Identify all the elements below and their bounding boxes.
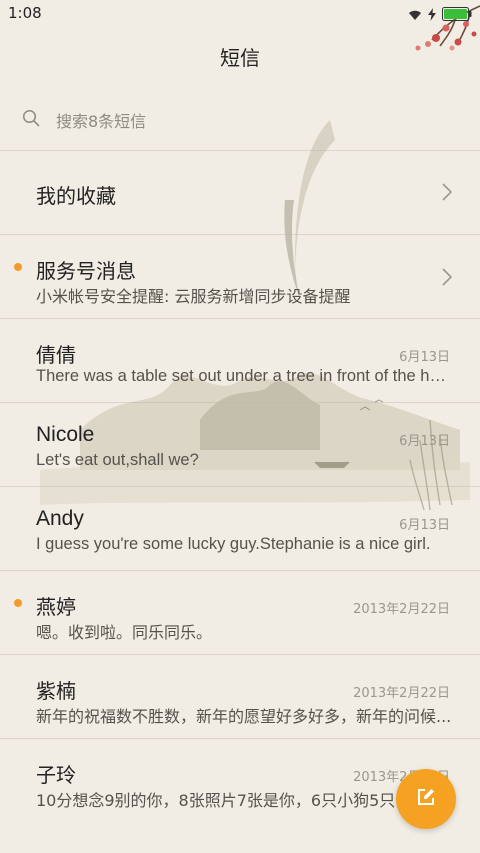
list-item-date: 6月13日 — [399, 434, 450, 449]
list-item-preview: 新年的祝福数不胜数，新年的愿望好多好多，新年的问候... — [36, 707, 452, 726]
header: 短信 — [0, 28, 480, 88]
list-item-title: Nicole — [36, 423, 95, 446]
unread-dot — [14, 263, 22, 271]
search-input[interactable]: 搜索8条短信 — [56, 108, 146, 132]
list-item[interactable]: 倩倩 6月13日 There was a table set out under… — [0, 318, 480, 402]
list-item-date: 2013年2月22日 — [353, 602, 450, 617]
list-item-preview: 嗯。收到啦。同乐同乐。 — [36, 623, 213, 642]
list-item-preview: 小米帐号安全提醒: 云服务新增同步设备提醒 — [36, 287, 351, 306]
compose-button[interactable] — [396, 769, 456, 829]
battery-icon — [442, 6, 472, 25]
list-item-title: 紫楠 — [36, 679, 76, 703]
list-item-title: 燕婷 — [36, 595, 76, 619]
list-item-preview: I guess you're some lucky guy.Stephanie … — [36, 535, 431, 553]
status-bar: 1:08 — [0, 0, 480, 28]
list-item-title: 我的收藏 — [36, 184, 116, 208]
status-time: 1:08 — [8, 4, 42, 22]
status-icons — [408, 6, 472, 25]
list-item-title: 服务号消息 — [36, 259, 136, 283]
list-item-date: 6月13日 — [399, 350, 450, 365]
list-item-preview: 10分想念9别的你，8张照片7张是你，6只小狗5只像你 — [36, 791, 428, 810]
list-item[interactable]: Nicole 6月13日 Let's eat out,shall we? — [0, 402, 480, 486]
list-item[interactable]: Andy 6月13日 I guess you're some lucky guy… — [0, 486, 480, 570]
list-item-preview: Let's eat out,shall we? — [36, 451, 199, 469]
list-item-date: 6月13日 — [399, 518, 450, 533]
list-item-favorites[interactable]: 我的收藏 — [0, 150, 480, 234]
list-item[interactable]: 燕婷 2013年2月22日 嗯。收到啦。同乐同乐。 — [0, 570, 480, 654]
list-item-service-messages[interactable]: 服务号消息 小米帐号安全提醒: 云服务新增同步设备提醒 — [0, 234, 480, 318]
list-item-title: 倩倩 — [36, 343, 76, 367]
charging-icon — [428, 6, 436, 25]
unread-dot — [14, 599, 22, 607]
compose-icon — [416, 787, 436, 811]
search-icon — [22, 109, 40, 131]
page-title: 短信 — [220, 46, 260, 70]
chevron-right-icon — [442, 183, 453, 205]
wifi-icon — [408, 6, 422, 25]
list-item[interactable]: 紫楠 2013年2月22日 新年的祝福数不胜数，新年的愿望好多好多，新年的问候.… — [0, 654, 480, 738]
list-item-title: Andy — [36, 507, 84, 530]
list-item-preview: There was a table set out under a tree i… — [36, 367, 452, 385]
chevron-right-icon — [442, 268, 453, 290]
list-item-title: 子玲 — [36, 763, 76, 787]
list-item-date: 2013年2月22日 — [353, 686, 450, 701]
conversation-list: 我的收藏 服务号消息 小米帐号安全提醒: 云服务新增同步设备提醒 倩倩 6月13… — [0, 150, 480, 822]
search-bar[interactable]: 搜索8条短信 — [0, 90, 480, 148]
